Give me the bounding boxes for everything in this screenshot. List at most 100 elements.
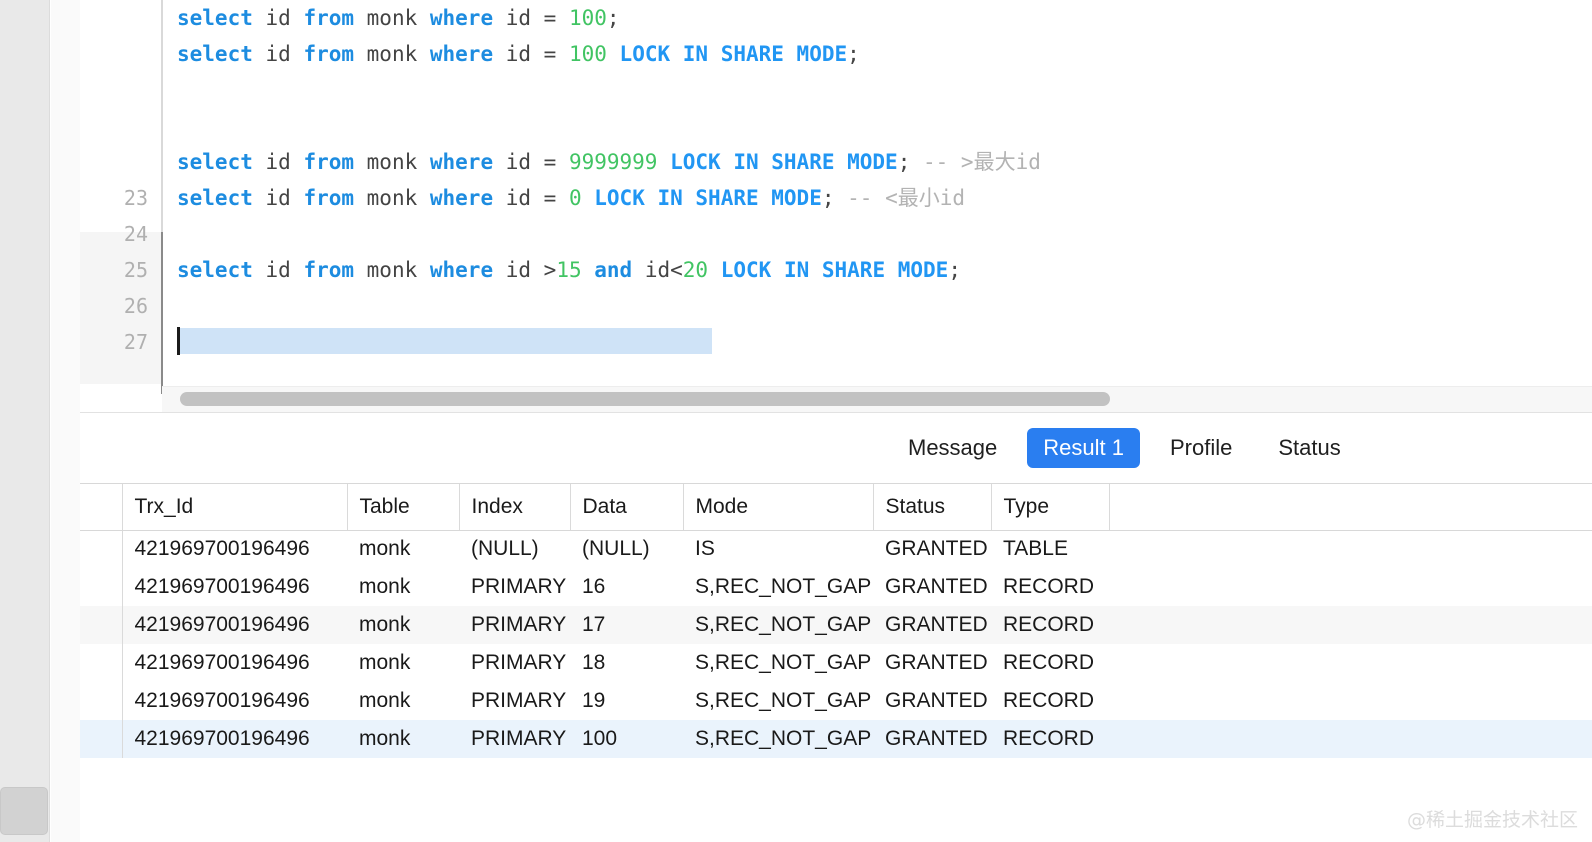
sidebar-bottom-panel[interactable] — [0, 787, 48, 835]
table-cell[interactable]: RECORD — [991, 682, 1109, 720]
code-text: select id from monk where id >15 and id<… — [177, 258, 961, 282]
code-text: select id from monk where id = 0 LOCK IN… — [177, 186, 965, 210]
row-gutter-cell — [80, 606, 123, 644]
table-cell[interactable]: S,REC_NOT_GAP — [683, 682, 873, 720]
code-text: select id from monk where id = 100; — [177, 6, 620, 30]
table-row[interactable]: 421969700196496 monk (NULL) (NULL) IS GRANTED… — [80, 530, 1592, 568]
table-cell[interactable]: PRIMARY — [459, 606, 570, 644]
row-gutter-cell — [80, 530, 123, 568]
table-cell[interactable]: S,REC_NOT_GAP — [683, 568, 873, 606]
table-cell[interactable]: 19 — [570, 682, 683, 720]
column-header-trx_id[interactable]: Trx_Id — [122, 484, 347, 531]
tab-result-1[interactable]: Result 1 — [1027, 428, 1140, 468]
table-row[interactable]: 421969700196496 monk PRIMARY 18 S,REC_NOT_GA… — [80, 644, 1592, 682]
table-cell[interactable]: RECORD — [991, 720, 1109, 758]
table-row[interactable]: 421969700196496 monk PRIMARY 100 S,REC_NOT_G… — [80, 720, 1592, 758]
column-header-filler — [1108, 484, 1592, 531]
table-cell[interactable]: monk — [347, 568, 459, 606]
result-tabbar[interactable]: Message Result 1 Profile Status — [80, 412, 1592, 483]
selection-highlight — [177, 328, 712, 354]
table-cell[interactable]: 16 — [570, 568, 683, 606]
code-line[interactable]: 26 — [80, 288, 1592, 324]
table-cell[interactable]: IS — [683, 530, 873, 568]
code-line[interactable]: select id from monk where id = 9999999 L… — [80, 144, 1592, 180]
table-cell[interactable]: S,REC_NOT_GAP — [683, 720, 873, 758]
column-header-status[interactable]: Status — [872, 484, 991, 531]
table-cell[interactable]: (NULL) — [459, 530, 570, 568]
table-cell[interactable]: PRIMARY — [459, 568, 570, 606]
table-cell[interactable]: monk — [347, 682, 459, 720]
table-row[interactable]: 421969700196496 monk PRIMARY 16 S,REC_NOT_GA… — [80, 568, 1592, 606]
line-number — [80, 0, 148, 36]
vertical-scrollbar-track[interactable] — [51, 0, 121, 842]
row-gutter-cell — [80, 682, 123, 720]
table-cell-filler — [1109, 682, 1592, 720]
table-cell[interactable]: RECORD — [991, 606, 1109, 644]
table-cell[interactable]: monk — [347, 530, 459, 568]
tab-message[interactable]: Message — [892, 428, 1013, 468]
table-cell[interactable]: GRANTED — [873, 530, 991, 568]
tab-status[interactable]: Status — [1262, 428, 1356, 468]
table-cell[interactable]: GRANTED — [873, 606, 991, 644]
text-caret — [177, 327, 180, 355]
code-lines[interactable]: select id from monk where id = 100; selec… — [80, 0, 1592, 394]
table-cell[interactable]: (NULL) — [570, 530, 683, 568]
editor-hscrollbar-thumb[interactable] — [180, 392, 1110, 406]
table-cell[interactable]: 421969700196496 — [122, 530, 347, 568]
row-gutter-cell — [80, 568, 123, 606]
table-row[interactable]: 421969700196496 monk PRIMARY 19 S,REC_NOT_GA… — [80, 682, 1592, 720]
table-cell[interactable]: S,REC_NOT_GAP — [683, 606, 873, 644]
table-body: 421969700196496 monk (NULL) (NULL) IS GRANTED… — [80, 530, 1592, 758]
table-cell[interactable]: GRANTED — [873, 720, 991, 758]
table-cell[interactable]: GRANTED — [873, 682, 991, 720]
table-cell[interactable]: 421969700196496 — [122, 720, 347, 758]
table-cell[interactable]: monk — [347, 720, 459, 758]
table-cell[interactable]: 421969700196496 — [122, 644, 347, 682]
code-line[interactable]: select id from monk where id = 100; — [80, 0, 1592, 36]
tab-profile[interactable]: Profile — [1154, 428, 1248, 468]
line-number — [80, 144, 148, 180]
table-cell[interactable]: 421969700196496 — [122, 606, 347, 644]
table-cell[interactable]: PRIMARY — [459, 720, 570, 758]
table-cell-filler — [1109, 720, 1592, 758]
table-cell[interactable]: 421969700196496 — [122, 682, 347, 720]
table-row[interactable]: 421969700196496 monk PRIMARY 17 S,REC_NOT_GA… — [80, 606, 1592, 644]
code-line[interactable]: 24 — [80, 216, 1592, 252]
line-number: 26 — [123, 294, 148, 318]
table-cell[interactable]: GRANTED — [873, 568, 991, 606]
table-cell[interactable]: monk — [347, 606, 459, 644]
table-cell[interactable]: 18 — [570, 644, 683, 682]
table-cell[interactable]: 17 — [570, 606, 683, 644]
code-line[interactable] — [80, 108, 1592, 144]
code-text: select id from monk where id = 9999999 L… — [177, 150, 1041, 174]
table-cell[interactable]: S,REC_NOT_GAP — [683, 644, 873, 682]
table-cell[interactable]: PRIMARY — [459, 644, 570, 682]
table-cell[interactable]: TABLE — [991, 530, 1109, 568]
watermark: @稀土掘金技术社区 — [1406, 809, 1578, 831]
column-header-type[interactable]: Type — [990, 484, 1109, 531]
table-cell-filler — [1109, 644, 1592, 682]
table-cell-filler — [1109, 606, 1592, 644]
table-cell[interactable]: RECORD — [991, 644, 1109, 682]
table-cell[interactable]: 421969700196496 — [122, 568, 347, 606]
code-line[interactable]: 25 select id from monk where id >15 and i… — [80, 252, 1592, 288]
table-cell[interactable]: GRANTED — [873, 644, 991, 682]
table-cell[interactable]: monk — [347, 644, 459, 682]
sql-editor-pane[interactable]: select id from monk where id = 100; selec… — [80, 0, 1592, 412]
column-header-mode[interactable]: Mode — [682, 484, 873, 531]
line-number — [80, 36, 148, 72]
table-cell[interactable]: PRIMARY — [459, 682, 570, 720]
code-line[interactable] — [80, 72, 1592, 108]
column-header-table[interactable]: Table — [346, 484, 459, 531]
code-line[interactable]: 27 — [80, 324, 1592, 360]
code-line[interactable]: select id from monk where id = 100 LOCK … — [80, 36, 1592, 72]
result-table-container[interactable]: Trx_Id Table Index Data Mode Status Type 42196… — [80, 483, 1592, 842]
column-header-data[interactable]: Data — [569, 484, 683, 531]
table-cell[interactable]: 100 — [570, 720, 683, 758]
column-header-index[interactable]: Index — [458, 484, 570, 531]
sql-client-window: select id from monk where id = 100; selec… — [0, 0, 1592, 842]
code-line[interactable]: 23 select id from monk where id = 0 LOCK … — [80, 180, 1592, 216]
line-number: 23 — [123, 186, 148, 210]
table-cell-filler — [1109, 530, 1592, 568]
table-cell[interactable]: RECORD — [991, 568, 1109, 606]
